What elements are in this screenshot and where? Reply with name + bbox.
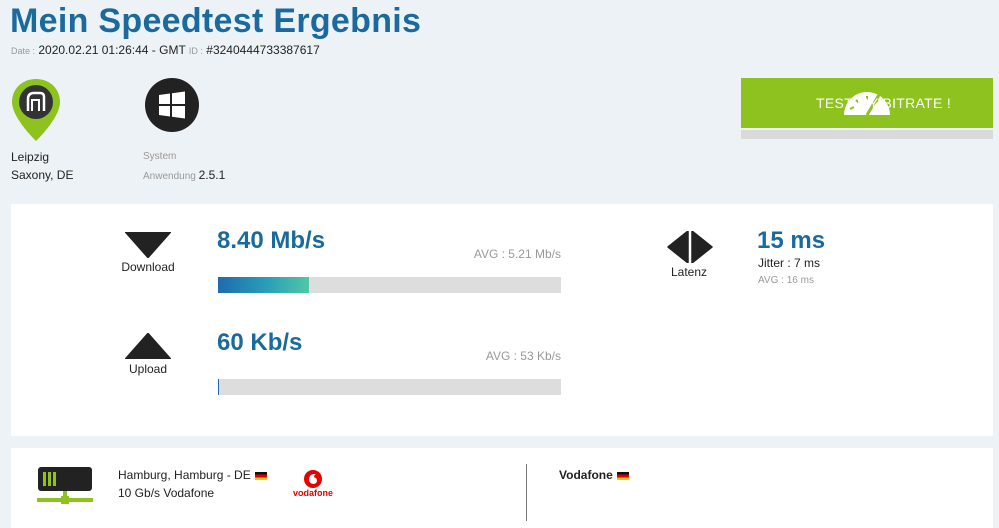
- latency-value: 15 ms: [757, 227, 826, 254]
- app-version: 2.5.1: [198, 168, 226, 182]
- system-label: System: [143, 151, 177, 162]
- system-info: System Anwendung 2.5.1: [143, 148, 225, 186]
- isp-info: Vodafone: [559, 468, 629, 482]
- download-label: Download: [121, 260, 175, 274]
- divider: [526, 464, 527, 521]
- download-progress-fill: [218, 277, 309, 293]
- upload-progress-bar: [218, 379, 561, 395]
- server-icon: [37, 467, 93, 504]
- upload-progress-fill: [218, 379, 220, 395]
- upload-label: Upload: [128, 362, 168, 376]
- location-region: Saxony, DE: [11, 168, 74, 182]
- date-value: 2020.02.21 01:26:44 - GMT: [38, 43, 186, 57]
- page-title: Mein Speedtest Ergebnis: [10, 2, 422, 40]
- test-my-bitrate-button[interactable]: TEST MY BITRATE !: [741, 78, 993, 128]
- upload-avg: AVG : 53 Kb/s: [485, 349, 561, 363]
- test-button-label: TEST MY BITRATE !: [816, 95, 952, 111]
- latency-label: Latenz: [670, 265, 708, 279]
- server-speed-provider: 10 Gb/s Vodafone: [118, 486, 215, 500]
- location-pin-icon: [12, 79, 60, 141]
- server-location: Hamburg, Hamburg - DE: [118, 468, 267, 482]
- germany-flag-icon: [616, 471, 629, 480]
- test-meta: Date : 2020.02.21 01:26:44 - GMT ID : #3…: [11, 43, 320, 57]
- latency-avg: AVG : 16 ms: [758, 275, 814, 286]
- location-city: Leipzig: [11, 150, 50, 164]
- isp-name: Vodafone: [559, 468, 613, 482]
- server-location-text: Hamburg, Hamburg - DE: [118, 468, 251, 482]
- vodafone-logo: vodafone: [292, 470, 334, 498]
- app-label: Anwendung: [143, 171, 196, 182]
- download-avg: AVG : 5.21 Mb/s: [473, 247, 561, 261]
- date-label: Date :: [11, 46, 36, 56]
- upload-arrow-icon: [125, 333, 171, 359]
- download-arrow-icon: [125, 232, 171, 258]
- jitter-value: Jitter : 7 ms: [758, 256, 821, 270]
- windows-logo-icon: [145, 78, 199, 132]
- latency-arrows-icon: [667, 231, 713, 263]
- button-shadow: [741, 130, 993, 139]
- vodafone-speechmark-icon: [304, 470, 322, 488]
- download-value: 8.40 Mb/s: [217, 227, 326, 254]
- germany-flag-icon: [254, 471, 267, 480]
- upload-value: 60 Kb/s: [217, 329, 303, 356]
- id-value: #3240444733387617: [206, 43, 320, 57]
- location-info: Leipzig Saxony, DE: [11, 148, 73, 184]
- download-progress-bar: [218, 277, 561, 293]
- vodafone-logo-text: vodafone: [292, 488, 333, 498]
- id-label: ID :: [188, 46, 203, 56]
